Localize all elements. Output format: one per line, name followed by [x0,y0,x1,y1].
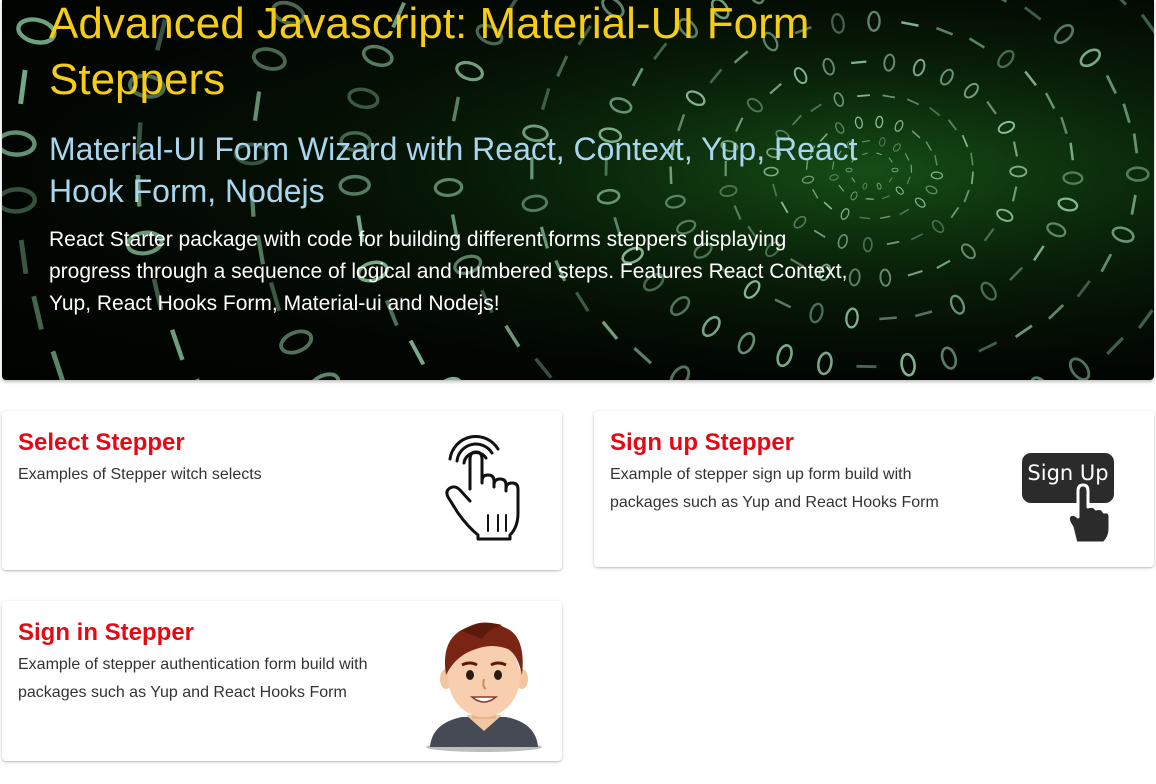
select-stepper-card[interactable]: Select Stepper Examples of Stepper witch… [2,411,562,570]
sign-up-stepper-card[interactable]: Sign up Stepper Example of stepper sign … [594,411,1154,567]
pointing-hand-icon [445,435,520,541]
user-avatar-icon [426,622,542,752]
card-description: Example of stepper sign up form build wi… [610,466,939,511]
page-subtitle: Material-UI Form Wizard with React, Cont… [49,131,858,209]
sign-in-stepper-card[interactable]: Sign in Stepper Example of stepper authe… [2,601,562,761]
sign-up-icon-label: Sign Up [1027,461,1109,485]
card-description: Example of stepper authentication form b… [18,656,368,701]
page-description: React Starter package with code for buil… [49,228,848,315]
card-description: Examples of Stepper witch selects [18,466,262,483]
binary-one-glyph [879,316,897,321]
sign-up-button-icon: Sign Up [1020,451,1116,547]
page-title: Advanced Javascript: Material-UI Form St… [49,0,810,104]
hero-text: Advanced Javascript: Material-UI Form St… [49,0,879,320]
hero-banner: Advanced Javascript: Material-UI Form St… [2,0,1154,380]
card-title: Select Stepper [18,429,185,456]
card-title: Sign in Stepper [18,619,195,646]
card-title: Sign up Stepper [610,429,795,456]
